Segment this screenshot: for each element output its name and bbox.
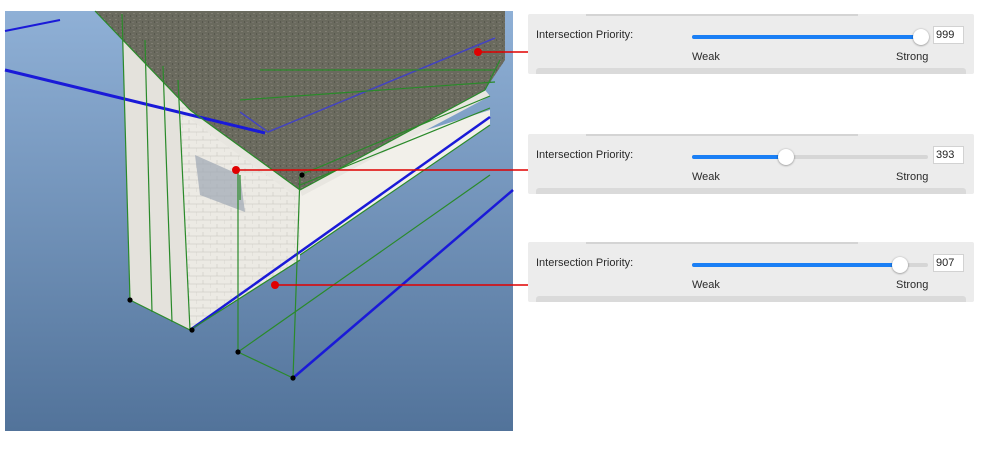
slider-knob[interactable] xyxy=(912,29,929,45)
intersection-priority-slider[interactable] xyxy=(692,29,929,45)
panel-bottom-bar xyxy=(536,68,966,74)
intersection-priority-value-field[interactable]: 393 xyxy=(933,146,964,164)
intersection-priority-slider[interactable] xyxy=(692,257,928,273)
slider-fill xyxy=(692,35,921,39)
intersection-priority-value-field[interactable]: 907 xyxy=(933,254,964,272)
slider-strong-label: Strong xyxy=(896,279,929,291)
intersection-priority-label: Intersection Priority: xyxy=(536,257,634,269)
slider-knob[interactable] xyxy=(891,257,908,273)
slider-weak-label: Weak xyxy=(692,171,720,183)
intersection-priority-panel: Intersection Priority: 393 Weak Strong xyxy=(528,134,974,194)
slider-fill xyxy=(692,263,900,267)
slider-weak-label: Weak xyxy=(692,279,720,291)
panel-bottom-bar xyxy=(536,188,966,194)
slider-fill xyxy=(692,155,787,159)
intersection-priority-label: Intersection Priority: xyxy=(536,149,634,161)
panel-top-divider xyxy=(586,242,858,244)
slider-strong-label: Strong xyxy=(896,171,929,183)
slider-weak-label: Weak xyxy=(692,51,720,63)
intersection-priority-panel: Intersection Priority: 999 Weak Strong xyxy=(528,14,974,74)
slider-knob[interactable] xyxy=(778,149,795,165)
slider-strong-label: Strong xyxy=(896,51,929,63)
panel-bottom-bar xyxy=(536,296,966,302)
intersection-priority-slider[interactable] xyxy=(692,149,928,165)
panel-top-divider xyxy=(586,134,858,136)
intersection-priority-label: Intersection Priority: xyxy=(536,29,634,41)
intersection-priority-value-field[interactable]: 999 xyxy=(933,26,964,44)
panel-top-divider xyxy=(586,14,858,16)
intersection-priority-panel: Intersection Priority: 907 Weak Strong xyxy=(528,242,974,302)
